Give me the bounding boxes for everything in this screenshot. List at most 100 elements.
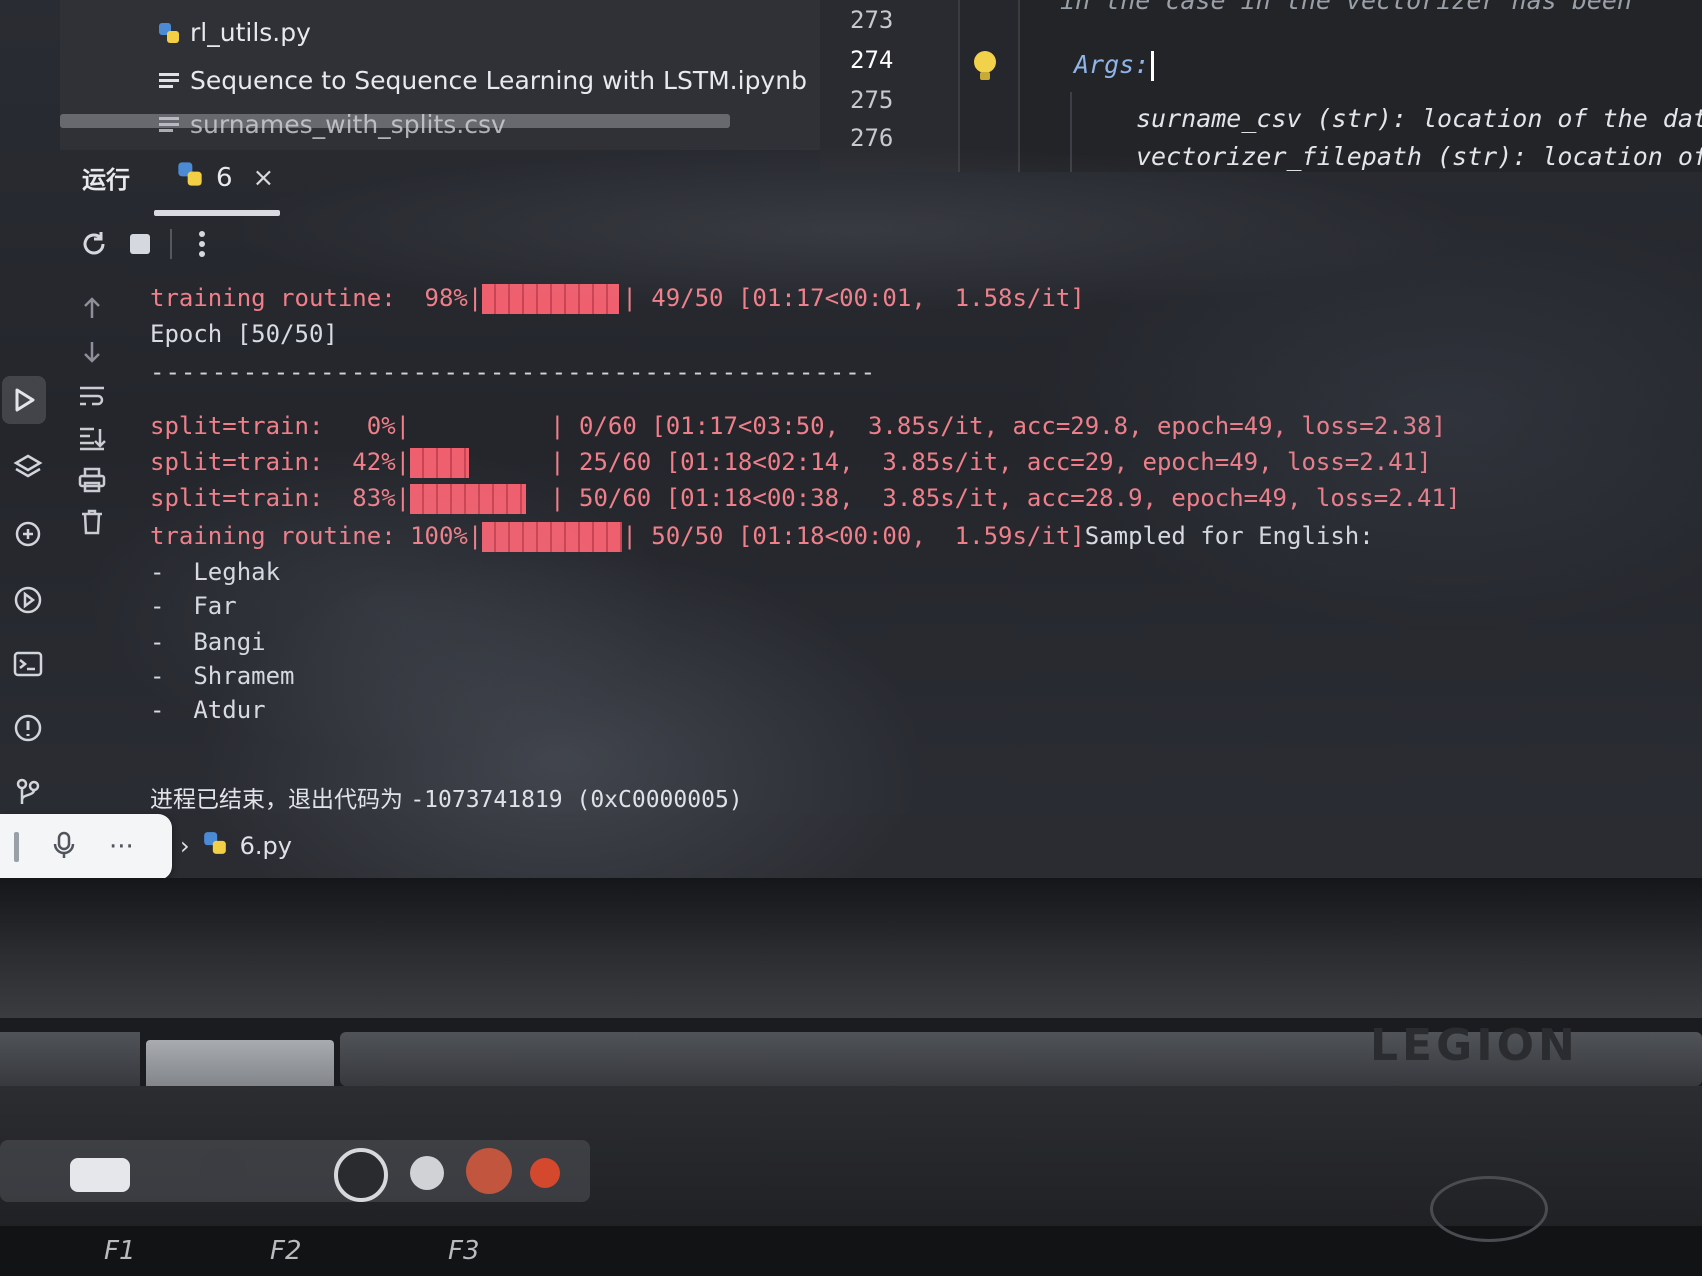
console-line-split-83: split=train: 83%| | 50/60 [01:18<00:38, 3… bbox=[150, 484, 1460, 514]
ide-screen: rl_utils.py Sequence to Sequence Learnin… bbox=[0, 0, 1702, 960]
console-separator: ----------------------------------------… bbox=[150, 358, 877, 386]
active-tab-indicator bbox=[154, 210, 280, 216]
soft-wrap-icon[interactable] bbox=[74, 378, 110, 414]
more-icon[interactable]: ··· bbox=[109, 832, 134, 862]
sampled-name: - Bangi bbox=[150, 628, 266, 656]
console-line-progress-98: training routine: 98%| | 49/50 [01:17<00:… bbox=[150, 284, 1085, 314]
more-options-icon[interactable] bbox=[186, 228, 218, 260]
progress-bar bbox=[482, 284, 620, 314]
sampled-name: - Far bbox=[150, 592, 237, 620]
notebook-icon bbox=[156, 68, 182, 94]
line-number: 275 bbox=[850, 86, 894, 114]
run-console-output[interactable]: training routine: 98%| | 49/50 [01:17<00:… bbox=[120, 262, 1680, 862]
file-item-rl-utils[interactable]: rl_utils.py bbox=[156, 18, 311, 47]
process-exit-message: 进程已结束，退出代码为 -1073741819 (0xC0000005) bbox=[150, 780, 743, 814]
rerun-icon[interactable] bbox=[78, 228, 110, 260]
layers-icon[interactable] bbox=[8, 448, 48, 488]
function-key: F3 bbox=[448, 1236, 480, 1266]
exit-message-text: 进程已结束，退出代码为 bbox=[150, 787, 411, 813]
close-icon[interactable]: × bbox=[253, 163, 275, 193]
scroll-to-end-icon[interactable] bbox=[74, 420, 110, 456]
progress-info: | 49/50 [01:17<00:01, 1.58s/it] bbox=[622, 284, 1085, 312]
app-icon bbox=[334, 1148, 388, 1202]
progress-label: split=train: 83%| bbox=[150, 484, 411, 512]
console-line-split-0: split=train: 0%| | 0/60 [01:17<03:50, 3.8… bbox=[150, 412, 1446, 442]
python-icon bbox=[176, 160, 204, 195]
trash-icon[interactable] bbox=[74, 504, 110, 540]
line-number: 273 bbox=[850, 6, 894, 34]
scroll-up-icon[interactable] bbox=[74, 290, 110, 326]
console-line-split-42: split=train: 42%| | 25/60 [01:18<02:14, 3… bbox=[150, 448, 1432, 478]
stop-icon[interactable] bbox=[124, 228, 156, 260]
tool-window-strip bbox=[0, 280, 58, 900]
text-caret bbox=[1151, 51, 1155, 81]
run-tab-label: 6 bbox=[216, 162, 233, 193]
line-number: 276 bbox=[850, 124, 894, 152]
problems-icon[interactable] bbox=[8, 708, 48, 748]
console-line-epoch: Epoch [50/50] bbox=[150, 320, 338, 348]
services-icon[interactable] bbox=[8, 580, 48, 620]
breadcrumb: › 6.py bbox=[180, 830, 292, 862]
code-editor[interactable]: 273 274 275 276 in the case in the vecto… bbox=[820, 0, 1702, 172]
app-icon bbox=[466, 1148, 512, 1194]
file-name: rl_utils.py bbox=[190, 18, 311, 47]
run-tab[interactable]: 6 × bbox=[176, 160, 274, 195]
line-number-gutter: 273 274 275 276 bbox=[820, 0, 960, 172]
run-tool-icon[interactable] bbox=[2, 376, 46, 424]
file-name: Sequence to Sequence Learning with LSTM.… bbox=[190, 66, 807, 95]
sampled-header: Sampled for English: bbox=[1084, 522, 1374, 550]
code-line: in the case in the vectorizer has been bbox=[1060, 0, 1632, 15]
search-icon bbox=[70, 1158, 130, 1192]
sampled-name: - Atdur bbox=[150, 696, 266, 724]
breadcrumb-separator: › bbox=[180, 832, 190, 860]
progress-bar bbox=[410, 448, 470, 478]
exit-code: -1073741819 (0xC0000005) bbox=[410, 787, 743, 813]
toolbar-divider bbox=[170, 229, 172, 259]
progress-info: | 50/50 [01:18<00:00, 1.59s/it] bbox=[622, 522, 1085, 550]
sampled-name: - Leghak bbox=[150, 558, 281, 586]
progress-label: training routine: 98%| bbox=[150, 284, 483, 312]
progress-label: split=train: 42%| bbox=[150, 448, 411, 476]
scroll-down-icon[interactable] bbox=[74, 334, 110, 370]
keyboard-function-row bbox=[0, 1226, 1702, 1276]
python-console-icon[interactable] bbox=[8, 514, 48, 554]
horizontal-scrollbar[interactable] bbox=[60, 114, 730, 128]
line-number-current: 274 bbox=[850, 46, 894, 74]
python-icon bbox=[202, 830, 228, 862]
app-icon bbox=[410, 1156, 444, 1190]
power-button bbox=[1430, 1176, 1548, 1242]
progress-info: | 0/60 [01:17<03:50, 3.85s/it, acc=29.8,… bbox=[550, 412, 1446, 440]
status-bar: ··· › 6.py bbox=[0, 814, 1702, 884]
progress-label: training routine: 100%| bbox=[150, 522, 483, 550]
app-icon bbox=[200, 1148, 246, 1194]
laptop-bezel bbox=[0, 878, 1702, 1018]
args-keyword: Args: bbox=[1074, 50, 1150, 79]
sampled-name: - Shramem bbox=[150, 662, 295, 690]
file-item-seq2seq-notebook[interactable]: Sequence to Sequence Learning with LSTM.… bbox=[156, 66, 807, 95]
run-tool-window-header: 运行 6 × bbox=[60, 150, 1702, 216]
microphone-icon[interactable] bbox=[53, 831, 75, 863]
python-icon bbox=[156, 20, 182, 46]
laptop-hinge-left bbox=[0, 1032, 140, 1086]
console-line-progress-100: training routine: 100%| | 50/50 [01:18<00… bbox=[150, 522, 1374, 552]
breadcrumb-file[interactable]: 6.py bbox=[240, 832, 292, 860]
progress-bar bbox=[482, 522, 623, 552]
function-key: F1 bbox=[104, 1236, 136, 1266]
function-key: F2 bbox=[270, 1236, 302, 1266]
code-line-args: Args: bbox=[1074, 50, 1155, 81]
app-icon bbox=[530, 1158, 560, 1188]
input-caret bbox=[14, 832, 19, 862]
progress-info: | 50/60 [01:18<00:38, 3.85s/it, acc=28.9… bbox=[550, 484, 1461, 512]
print-icon[interactable] bbox=[74, 462, 110, 498]
progress-bar bbox=[410, 484, 527, 514]
run-window-title: 运行 bbox=[82, 166, 130, 194]
terminal-icon[interactable] bbox=[8, 644, 48, 684]
progress-label: split=train: 0%| bbox=[150, 412, 411, 440]
lightbulb-icon[interactable] bbox=[972, 50, 998, 88]
project-file-list: rl_utils.py Sequence to Sequence Learnin… bbox=[60, 0, 820, 150]
voice-input-overlay: ··· bbox=[0, 814, 172, 880]
progress-info: | 25/60 [01:18<02:14, 3.85s/it, acc=29, … bbox=[550, 448, 1432, 476]
laptop-brand-logo: LEGION bbox=[1370, 1020, 1579, 1071]
code-line: surname_csv (str): location of the data bbox=[1136, 104, 1702, 133]
git-icon[interactable] bbox=[8, 772, 48, 812]
